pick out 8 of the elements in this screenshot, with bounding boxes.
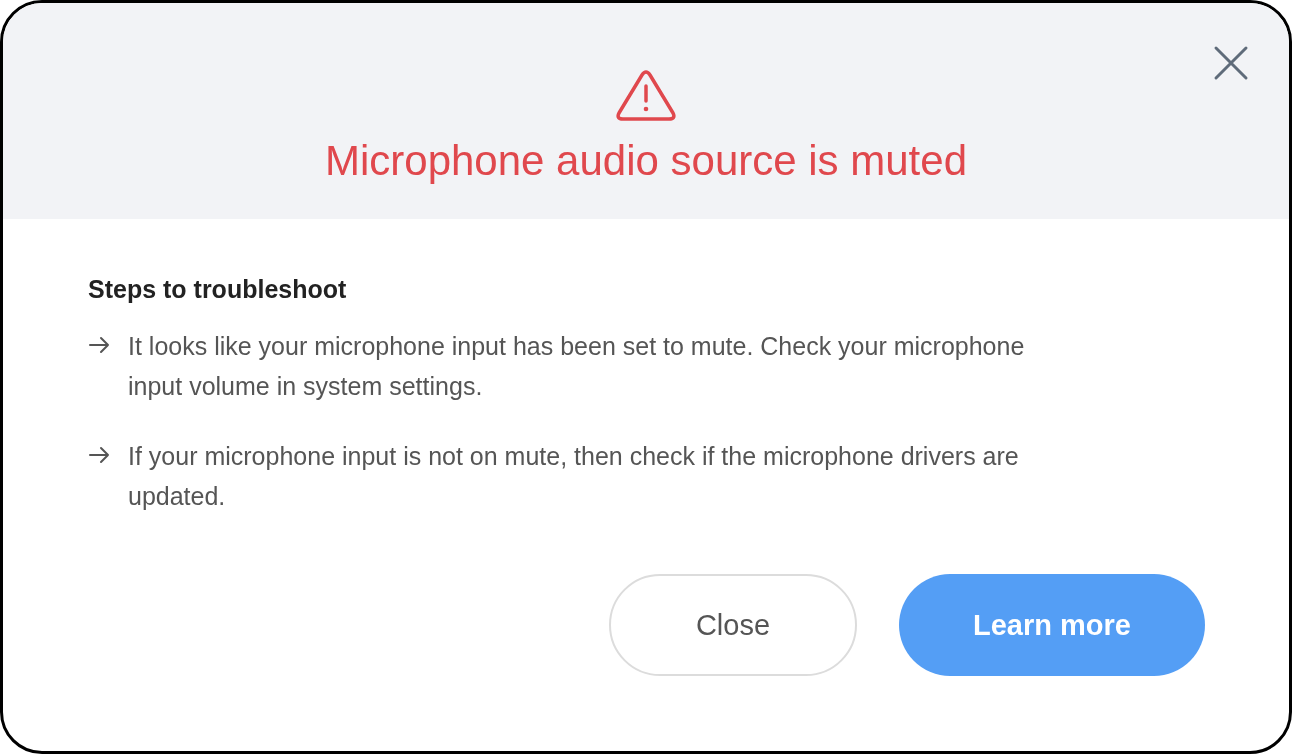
step-text: It looks like your microphone input has been set to mute. Check your microphone input volume in system settings. [128, 331, 1026, 402]
step-text: If your microphone input is not on mute, then check if the microphone drivers are updated. [128, 441, 1020, 512]
arrow-icon [88, 335, 112, 355]
dialog-title: Microphone audio source is muted [325, 137, 967, 185]
section-heading: Steps to troubleshoot [88, 275, 348, 304]
close-button[interactable]: Close [609, 574, 857, 676]
arrow-icon [88, 445, 112, 465]
warning-icon [615, 69, 677, 121]
